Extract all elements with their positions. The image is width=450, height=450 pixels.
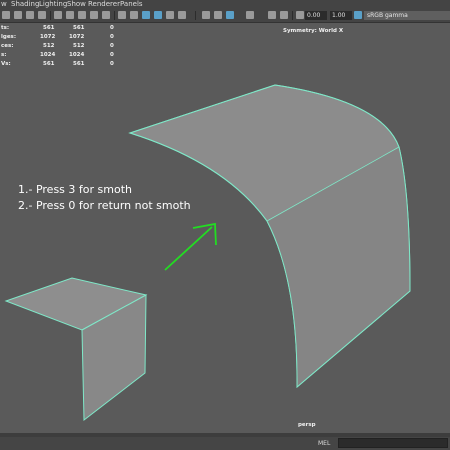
hud-value: 1072: [40, 34, 56, 40]
hud-label: Vs:: [1, 61, 11, 67]
mel-label[interactable]: MEL: [318, 439, 330, 448]
ambient-occlusion-icon[interactable]: [118, 11, 126, 19]
safe-action-icon[interactable]: [246, 11, 254, 19]
toolbar-divider: [292, 11, 293, 20]
grid-icon[interactable]: [26, 11, 34, 19]
hud-value: 1072: [69, 34, 85, 40]
resolution-gate-icon[interactable]: [202, 11, 210, 19]
toolbar-divider: [50, 11, 51, 20]
command-input[interactable]: [338, 438, 448, 448]
view-icon[interactable]: [2, 11, 10, 19]
hud-value: 0: [110, 43, 114, 49]
xray-icon[interactable]: [154, 11, 162, 19]
wireframe-icon[interactable]: [54, 11, 62, 19]
arrow-shaft: [164, 226, 213, 271]
hud-value: 0: [110, 61, 114, 67]
menu-bar: w Shading Lighting Show Renderer Panels: [0, 0, 450, 9]
color-management-icon[interactable]: [354, 11, 362, 19]
hud-value: 0: [110, 25, 114, 31]
camera-label: persp: [298, 422, 316, 428]
xray-components-icon[interactable]: [178, 11, 186, 19]
viewport-toolbar: 0.00 1.00 sRGB gamma: [0, 9, 450, 23]
perspective-viewport[interactable]: ts: 561 561 0 lges: 1072 1072 0 ces: 512…: [0, 23, 450, 433]
bookmark-icon[interactable]: [38, 11, 46, 19]
hud-value: 1024: [69, 52, 85, 58]
shadows-icon[interactable]: [102, 11, 110, 19]
gamma-field[interactable]: 1.00: [330, 11, 352, 20]
symmetry-label: Symmetry: World X: [283, 28, 344, 34]
safe-title-icon[interactable]: [268, 11, 276, 19]
hud-label: ts:: [1, 25, 10, 31]
film-gate-icon[interactable]: [280, 11, 288, 19]
hud-value: 561: [43, 25, 55, 31]
lights-icon[interactable]: [90, 11, 98, 19]
shaded-icon[interactable]: [66, 11, 74, 19]
color-space-dropdown[interactable]: sRGB gamma: [364, 11, 450, 20]
gate-mask-icon[interactable]: [214, 11, 222, 19]
hud-value: 561: [43, 61, 55, 67]
toolbar-divider: [195, 11, 196, 20]
xray-joints-icon[interactable]: [166, 11, 174, 19]
camera-icon[interactable]: [14, 11, 22, 19]
instruction-line-1: 1.- Press 3 for smoth: [18, 183, 132, 196]
menu-item-renderer[interactable]: Renderer: [88, 0, 120, 9]
hud-value: 0: [110, 34, 114, 40]
field-chart-icon[interactable]: [226, 11, 234, 19]
hud-label: ces:: [1, 43, 14, 49]
hud-value: 561: [73, 61, 85, 67]
toolbar-divider: [114, 11, 115, 20]
menu-item-lighting[interactable]: Lighting: [39, 0, 67, 9]
menu-item-show[interactable]: Show: [67, 0, 86, 9]
menu-item-panels[interactable]: Panels: [120, 0, 143, 9]
hud-label: s:: [1, 52, 7, 58]
exposure-field[interactable]: 0.00: [305, 11, 327, 20]
hud-value: 1024: [40, 52, 56, 58]
isolate-select-icon[interactable]: [142, 11, 150, 19]
exposure-icon[interactable]: [296, 11, 304, 19]
textured-icon[interactable]: [78, 11, 86, 19]
hud-value: 561: [73, 25, 85, 31]
instruction-line-2: 2.- Press 0 for return not smoth: [18, 199, 191, 212]
menu-item-shading[interactable]: Shading: [11, 0, 39, 9]
hud-value: 512: [73, 43, 85, 49]
hud-value: 0: [110, 52, 114, 58]
hud-value: 512: [43, 43, 55, 49]
scene-canvas[interactable]: [0, 23, 450, 433]
menu-item-view[interactable]: w: [1, 0, 7, 9]
hud-label: lges:: [1, 34, 17, 40]
command-line: MEL: [0, 437, 450, 450]
motion-blur-icon[interactable]: [130, 11, 138, 19]
